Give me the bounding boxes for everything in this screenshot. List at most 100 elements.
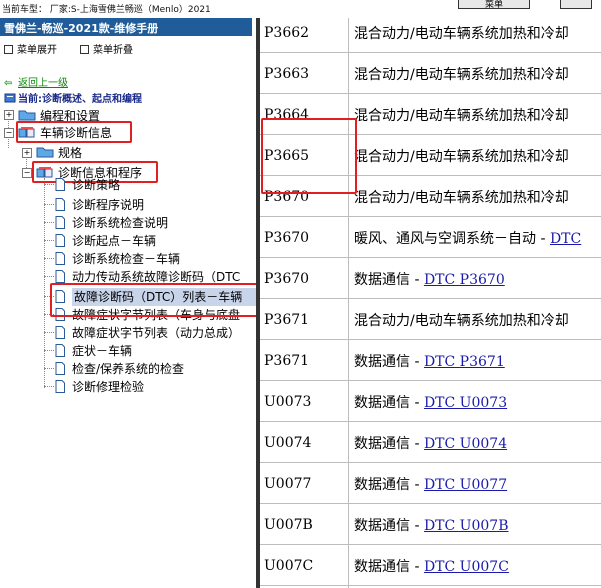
tree-item-leaf[interactable]: 诊断修理检验: [72, 378, 144, 395]
tree-line: [44, 276, 54, 277]
dtc-code: P3671: [264, 353, 310, 369]
dtc-description-text: 混合动力/电动车辆系统加热和冷却: [354, 190, 569, 206]
table-row: P3663 混合动力/电动车辆系统加热和冷却: [260, 52, 601, 94]
table-row: U0077 数据通信 - DTC U0077: [260, 462, 601, 504]
dtc-code: U007B: [264, 517, 313, 533]
table-row: P3670 暖风、通风与空调系统－自动 - DTC: [260, 216, 601, 258]
dtc-description: 数据通信 - DTC P3670: [354, 269, 505, 289]
expand-programming-toggle[interactable]: +: [4, 110, 14, 120]
dtc-code: U0074: [264, 435, 312, 451]
dtc-link[interactable]: DTC P3671: [424, 354, 505, 370]
table-row: U0074 数据通信 - DTC U0074: [260, 421, 601, 463]
top-bar: 当前车型： 厂家:S-上海雪佛兰畅巡（Menlo）2021 菜单: [0, 0, 601, 18]
collapse-diag-info-toggle[interactable]: −: [22, 168, 32, 178]
tree-item-leaf[interactable]: 诊断起点－车辆: [72, 232, 156, 249]
dtc-description: 混合动力/电动车辆系统加热和冷却: [354, 310, 569, 330]
dtc-link[interactable]: DTC U007B: [424, 518, 509, 534]
tree-line: [44, 222, 54, 223]
menu-collapse-label: 菜单折叠: [93, 45, 133, 56]
table-row: P3662 混合动力/电动车辆系统加热和冷却: [260, 18, 601, 53]
dtc-description: 暖风、通风与空调系统－自动 - DTC: [354, 228, 581, 248]
dtc-table: P3662 混合动力/电动车辆系统加热和冷却 P3663 混合动力/电动车辆系统加热和…: [260, 18, 601, 588]
tree-item-leaf[interactable]: 诊断系统检查－车辆: [72, 250, 180, 267]
dtc-description: 数据通信 - DTC U0073: [354, 392, 507, 412]
tree-line: [44, 184, 54, 185]
current-section: 当前:诊断概述、起点和编程: [4, 90, 142, 105]
dtc-description-text: 混合动力/电动车辆系统加热和冷却: [354, 26, 569, 42]
dtc-description-text: 数据通信 -: [354, 559, 424, 575]
vehicle-info-text: 当前车型： 厂家:S-上海雪佛兰畅巡（Menlo）2021: [2, 5, 211, 15]
document-icon: [55, 216, 65, 229]
print-button[interactable]: [560, 0, 592, 9]
folder-icon: [36, 147, 54, 158]
dtc-description-text: 数据通信 -: [354, 436, 424, 452]
tree-item-leaf[interactable]: 症状－车辆: [72, 342, 132, 359]
collapse-vehicle-diag-toggle[interactable]: −: [4, 128, 14, 138]
dtc-description: 数据通信 - DTC U007B: [354, 515, 509, 535]
tree-item-leaf[interactable]: 诊断系统检查说明: [72, 214, 168, 231]
document-icon: [55, 252, 65, 265]
menu-collapse-link[interactable]: 菜单折叠: [80, 41, 133, 56]
dtc-link[interactable]: DTC U0074: [424, 436, 507, 452]
menu-expand-link[interactable]: 菜单展开: [4, 41, 57, 56]
table-row: U0073 数据通信 - DTC U0073: [260, 380, 601, 422]
tree-line: [44, 258, 54, 259]
document-icon: [55, 270, 65, 283]
dtc-description: 数据通信 - DTC U0077: [354, 474, 507, 494]
dtc-code: P3662: [264, 25, 310, 41]
menu-button[interactable]: 菜单: [458, 0, 530, 10]
left-nav-panel: 雪佛兰-畅巡-2021款-维修手册 菜单展开 菜单折叠 ⇦ 返回上一级 当前:诊断…: [0, 18, 256, 588]
current-section-label: 当前:诊断概述、起点和编程: [18, 94, 142, 105]
tree-line: [44, 386, 54, 387]
document-icon: [55, 380, 65, 393]
tree-line: [44, 332, 54, 333]
dtc-description-text: 混合动力/电动车辆系统加热和冷却: [354, 149, 569, 165]
dtc-link[interactable]: DTC U0073: [424, 395, 507, 411]
expand-icon: [4, 45, 13, 54]
tree-line: [44, 368, 54, 369]
dtc-code: P3670: [264, 230, 310, 246]
back-arrow-icon: ⇦: [4, 78, 13, 89]
tree-item-leaf[interactable]: 诊断程序说明: [72, 196, 144, 213]
dtc-link[interactable]: DTC U007C: [424, 559, 509, 575]
dtc-description: 数据通信 - DTC U0074: [354, 433, 507, 453]
back-label: 返回上一级: [18, 78, 68, 89]
table-row: U007C 数据通信 - DTC U007C: [260, 544, 601, 586]
tree-item-specs[interactable]: 规格: [58, 144, 82, 161]
tree-item-leaf[interactable]: 检查/保养系统的检查: [72, 360, 184, 377]
dtc-code: P3663: [264, 66, 310, 82]
menu-expand-label: 菜单展开: [17, 45, 57, 56]
document-icon: [55, 234, 65, 247]
manual-header: 雪佛兰-畅巡-2021款-维修手册: [0, 18, 252, 36]
folder-icon: [18, 110, 36, 121]
dtc-link[interactable]: DTC U0077: [424, 477, 507, 493]
dtc-code: P3670: [264, 271, 310, 287]
document-icon: [55, 344, 65, 357]
back-link[interactable]: ⇦ 返回上一级: [4, 74, 68, 89]
dtc-description-text: 数据通信 -: [354, 354, 424, 370]
dtc-description-text: 数据通信 -: [354, 518, 424, 534]
document-icon: [55, 198, 65, 211]
collapse-icon: [80, 45, 89, 54]
document-icon: [55, 362, 65, 375]
current-book-icon: [4, 93, 16, 103]
dtc-description-text: 混合动力/电动车辆系统加热和冷却: [354, 67, 569, 83]
dtc-description-text: 混合动力/电动车辆系统加热和冷却: [354, 108, 569, 124]
dtc-description-text: 数据通信 -: [354, 395, 424, 411]
dtc-link[interactable]: DTC: [550, 231, 581, 247]
menu-button-label: 菜单: [484, 0, 503, 10]
dtc-code: U0077: [264, 476, 312, 492]
tree-item-leaf[interactable]: 故障症状字节列表（动力总成）: [72, 324, 240, 341]
highlight-box: [50, 283, 256, 317]
dtc-description: 混合动力/电动车辆系统加热和冷却: [354, 105, 569, 125]
expand-specs-toggle[interactable]: +: [22, 148, 32, 158]
dtc-description: 数据通信 - DTC U007C: [354, 556, 509, 576]
tree-line: [44, 240, 54, 241]
document-icon: [55, 326, 65, 339]
tree-item-leaf[interactable]: 诊断策略: [72, 176, 120, 193]
dtc-link[interactable]: DTC P3670: [424, 272, 505, 288]
dtc-code: U0073: [264, 394, 312, 410]
tree-line: [44, 350, 54, 351]
dtc-description-text: 暖风、通风与空调系统－自动 -: [354, 231, 550, 247]
dtc-description: 混合动力/电动车辆系统加热和冷却: [354, 146, 569, 166]
